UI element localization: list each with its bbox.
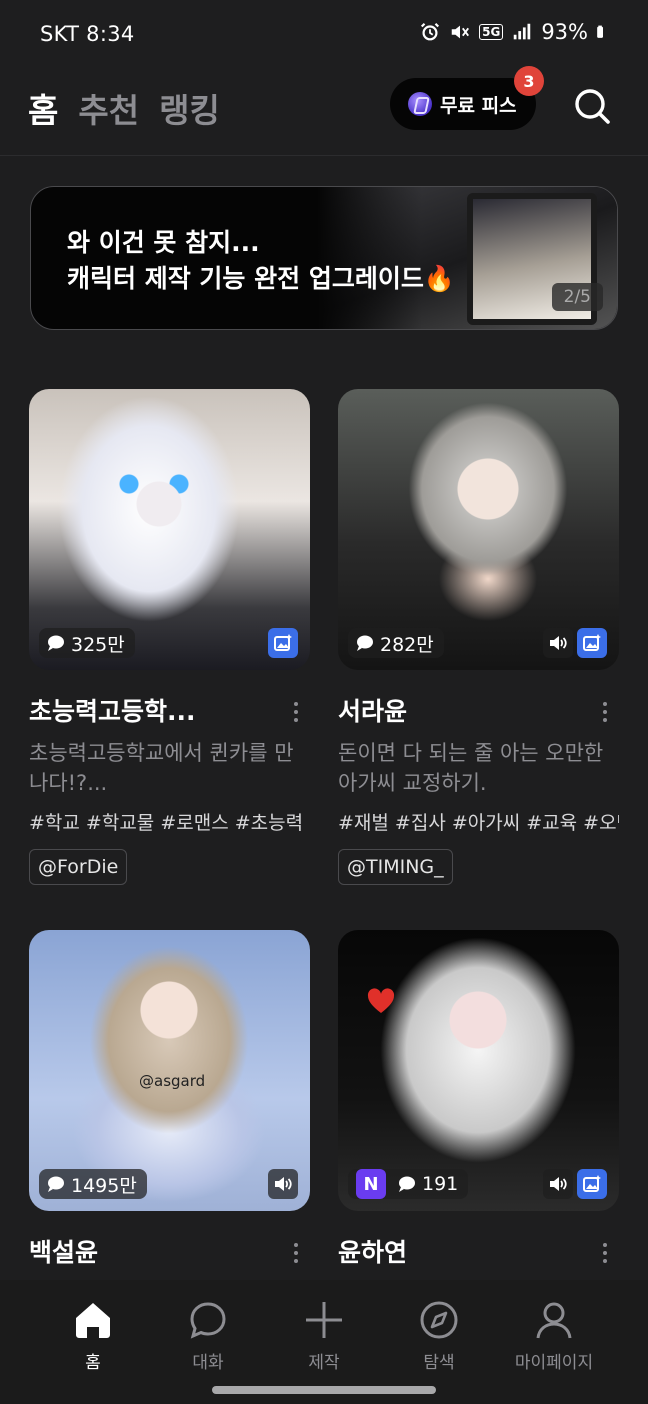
nav-explore[interactable]: 탐색 — [381, 1298, 497, 1373]
nav-home-label: 홈 — [85, 1353, 101, 1373]
nav-mypage[interactable]: 마이페이지 — [496, 1298, 612, 1373]
card-description: 돈이면 다 되는 줄 아는 오만한 아가씨 교정하기. — [338, 741, 604, 795]
status-bar: SKT 8:34 5G 93% — [0, 0, 648, 70]
sound-icon — [543, 628, 573, 658]
home-icon — [76, 1303, 110, 1338]
more-options-icon[interactable] — [286, 697, 306, 727]
thumbnail-chip-icons — [268, 1169, 298, 1199]
nav-create[interactable]: 제작 — [266, 1298, 382, 1373]
heart-icon — [367, 988, 395, 1013]
alarm-icon — [421, 22, 440, 41]
card-title: 초능력고등학... — [29, 697, 196, 726]
chat-bubble-icon — [357, 635, 373, 651]
character-thumbnail[interactable]: 282만 — [338, 389, 619, 670]
compass-icon — [420, 1301, 458, 1339]
nav-home[interactable]: 홈 — [35, 1298, 151, 1373]
main-tabs: 홈 추천 랭킹 — [28, 84, 220, 132]
character-thumbnail[interactable]: 325만 — [29, 389, 310, 670]
free-piece-label: 무료 피스 — [440, 94, 517, 117]
image-gallery-icon — [577, 628, 607, 658]
banner-text: 와 이건 못 참지... 캐릭터 제작 기능 완전 업그레이드🔥 — [67, 225, 455, 297]
character-card[interactable]: 282만 서라윤 돈이면 다 되는 줄 아는 오만한 아가씨 교정하기. #재벌… — [338, 389, 619, 885]
chat-count: 325만 — [71, 633, 125, 656]
nav-chat[interactable]: 대화 — [150, 1298, 266, 1373]
piece-gem-icon — [408, 92, 432, 116]
banner-line-1: 와 이건 못 참지... — [67, 228, 260, 257]
card-tags: #학교 #학교물 #로맨스 #초능력 — [29, 812, 304, 834]
tab-ranking[interactable]: 랭킹 — [159, 84, 220, 132]
person-icon — [536, 1302, 572, 1339]
thumbnail-watermark: @asgard — [139, 1072, 206, 1090]
gesture-home-bar[interactable] — [212, 1386, 436, 1394]
more-options-icon[interactable] — [595, 1238, 615, 1268]
tab-home[interactable]: 홈 — [28, 84, 58, 132]
nav-chat-label: 대화 — [192, 1353, 224, 1373]
plus-icon — [306, 1302, 342, 1338]
character-card[interactable]: 325만 초능력고등학... 초능력고등학교에서 퀸카를 만나다!?... #학… — [29, 389, 310, 885]
chat-count: 282만 — [380, 633, 434, 656]
mute-icon — [451, 25, 470, 39]
card-title: 백설윤 — [29, 1238, 99, 1267]
promo-banner[interactable]: 와 이건 못 참지... 캐릭터 제작 기능 완전 업그레이드🔥 2/5 — [30, 186, 618, 330]
chat-bubble-icon — [190, 1302, 226, 1339]
chat-count: 1495만 — [71, 1174, 137, 1197]
character-thumbnail[interactable]: @asgard 1495만 — [29, 930, 310, 1211]
free-piece-badge: 3 — [514, 66, 544, 96]
character-thumbnail[interactable]: N 191 — [338, 930, 619, 1211]
character-card[interactable]: N 191 윤하연 — [338, 930, 619, 1271]
card-tags: #재벌 #집사 #아가씨 #교육 #오만 — [338, 812, 619, 834]
banner-page-indicator: 2/5 — [551, 283, 603, 311]
more-options-icon[interactable] — [286, 1238, 306, 1268]
tab-recommend[interactable]: 추천 — [78, 84, 139, 132]
sound-icon — [268, 1169, 298, 1199]
image-gallery-icon — [268, 628, 298, 658]
nav-create-label: 제작 — [308, 1353, 340, 1373]
chat-bubble-icon — [48, 1176, 64, 1192]
thumbnail-chip-icons — [268, 628, 298, 658]
chat-bubble-icon — [399, 1176, 415, 1192]
new-badge: N — [356, 1169, 386, 1199]
card-description: 초능력고등학교에서 퀸카를 만나다!?... — [29, 741, 294, 795]
chat-count-chip: 1495만 — [39, 1169, 147, 1199]
chat-bubble-icon — [48, 635, 64, 651]
sound-icon — [543, 1169, 573, 1199]
more-options-icon[interactable] — [595, 697, 615, 727]
chat-count-chip: 282만 — [348, 628, 444, 658]
card-author[interactable]: @TIMING_ — [338, 849, 453, 885]
network-type: 5G — [479, 24, 504, 40]
thumbnail-chip-icons — [543, 628, 607, 658]
card-author[interactable]: @ForDie — [29, 849, 128, 885]
image-gallery-icon — [577, 1169, 607, 1199]
signal-icon — [514, 23, 531, 40]
banner-line-2: 캐릭터 제작 기능 완전 업그레이드🔥 — [67, 264, 455, 293]
top-header: 홈 추천 랭킹 무료 피스 3 — [0, 66, 648, 156]
chat-count-chip: N 191 — [348, 1169, 469, 1199]
chat-count-chip: 325만 — [39, 628, 135, 658]
card-title: 서라윤 — [338, 697, 408, 726]
thumbnail-chip-icons — [543, 1169, 607, 1199]
nav-mypage-label: 마이페이지 — [514, 1353, 594, 1373]
status-icons: 5G 93% — [419, 20, 610, 44]
chat-count: 191 — [422, 1173, 459, 1195]
search-icon[interactable] — [570, 84, 614, 128]
battery-icon — [597, 25, 603, 38]
battery-percent: 93% — [541, 20, 588, 44]
carrier-time: SKT 8:34 — [40, 22, 135, 46]
character-card[interactable]: @asgard 1495만 백설윤 — [29, 930, 310, 1271]
card-title: 윤하연 — [338, 1238, 408, 1267]
nav-explore-label: 탐색 — [423, 1353, 455, 1373]
